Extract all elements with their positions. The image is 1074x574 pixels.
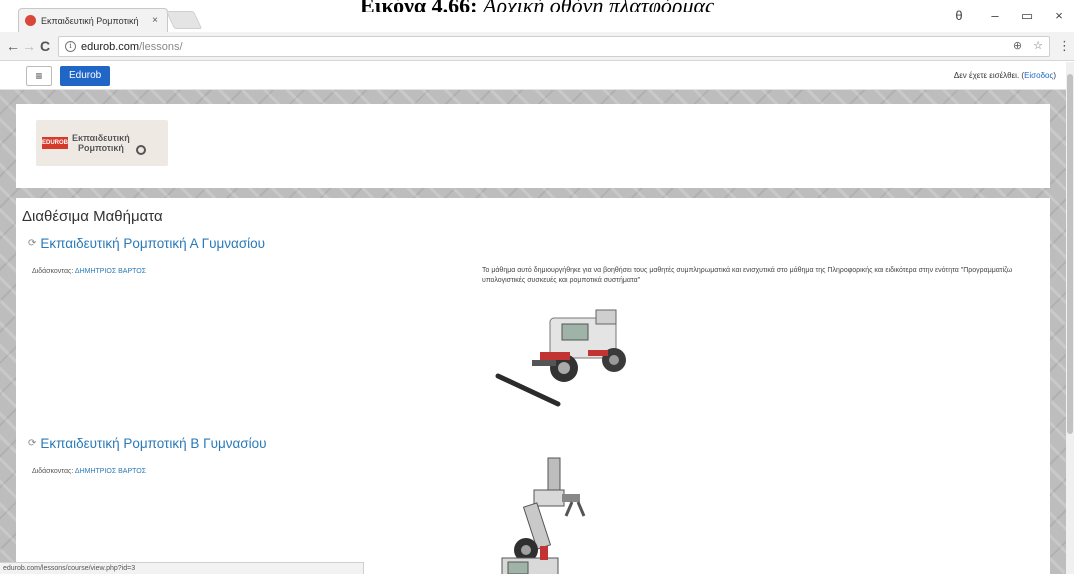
info-icon[interactable]: i [65, 41, 76, 52]
url-path: /lessons/ [139, 40, 183, 53]
tab-close-icon[interactable]: × [149, 15, 161, 26]
site-logo[interactable]: EDUROB Εκπαιδευτική Ρομποτική [36, 120, 168, 166]
browser-tabstrip: Εκπαιδευτική Ρομποτική × θ – ▭ × [0, 0, 1074, 32]
profile-icon[interactable]: θ [948, 8, 970, 23]
robot-arm-image [501, 457, 586, 574]
course-link-a[interactable]: ⟳ Εκπαιδευτική Ρομποτική Α Γυμνασίου [28, 236, 265, 251]
minimize-button[interactable]: – [984, 8, 1006, 23]
robot-vehicle-image [495, 309, 626, 407]
course-title: Εκπαιδευτική Ρομποτική Β Γυμνασίου [40, 436, 267, 451]
browser-tab[interactable]: Εκπαιδευτική Ρομποτική × [18, 8, 168, 32]
gear-icon [135, 145, 146, 155]
reload-button[interactable]: C [36, 37, 54, 55]
page-title: Διαθέσιμα Μαθήματα [22, 208, 163, 225]
tab-title: Εκπαιδευτική Ρομποτική [41, 15, 139, 26]
page-background: EDUROB Εκπαιδευτική Ρομποτική Διαθέσιμα … [0, 90, 1066, 574]
site-brand-button[interactable]: Edurob [60, 66, 111, 86]
course-teacher: Διδάσκοντας: ΔΗΜΗΤΡΙΟΣ ΒΑΡΤΟΣ [32, 268, 147, 275]
login-link[interactable]: Είσοδος [1024, 71, 1053, 80]
course-teacher: Διδάσκοντας: ΔΗΜΗΤΡΙΟΣ ΒΑΡΤΟΣ [32, 468, 147, 475]
bookmark-star-icon[interactable]: ☆ [1033, 40, 1043, 52]
site-header-band: EDUROB Εκπαιδευτική Ρομποτική [16, 104, 1050, 188]
status-url: edurob.com/lessons/course/view.php?id=3 [0, 562, 364, 574]
address-bar[interactable]: i edurob.com /lessons/ ⊕ ☆ [58, 36, 1050, 57]
site-navbar: ≡ Edurob Δεν έχετε εισέλθει. (Είσοδος) [0, 62, 1066, 90]
login-status-text: Δεν έχετε εισέλθει. [953, 71, 1020, 80]
course-link-b[interactable]: ⟳ Εκπαιδευτική Ρομποτική Β Γυμνασίου [28, 436, 267, 451]
login-status: Δεν έχετε εισέλθει. (Είσοδος) [953, 71, 1056, 80]
course-summary: Το μάθημα αυτό δημιουργήθηκε για να βοηθ… [482, 267, 1013, 284]
zoom-icon[interactable]: ⊕ [1013, 40, 1022, 52]
close-window-button[interactable]: × [1048, 8, 1070, 23]
scrollbar-thumb[interactable] [1067, 74, 1073, 434]
teacher-link[interactable]: ΔΗΜΗΤΡΙΟΣ ΒΑΡΤΟΣ [75, 468, 146, 475]
page-scrollbar[interactable] [1066, 62, 1074, 574]
course-title: Εκπαιδευτική Ρομποτική Α Γυμνασίου [40, 236, 266, 251]
teacher-link[interactable]: ΔΗΜΗΤΡΙΟΣ ΒΑΡΤΟΣ [75, 268, 146, 275]
logo-badge: EDUROB [42, 137, 68, 149]
restore-button[interactable]: ▭ [1016, 8, 1038, 24]
url-host: edurob.com [81, 40, 140, 53]
browser-menu-icon[interactable]: ⋮ [1058, 38, 1071, 54]
logo-text: Εκπαιδευτική Ρομποτική [72, 133, 130, 153]
hamburger-menu-icon[interactable]: ≡ [26, 66, 52, 86]
new-tab-button[interactable] [165, 11, 203, 29]
course-icon: ⟳ [28, 238, 37, 249]
course-icon: ⟳ [28, 438, 37, 449]
favicon-icon [25, 15, 36, 26]
browser-toolbar: ← → C i edurob.com /lessons/ ⊕ ☆ ⋮ [0, 32, 1074, 61]
course-list: Διαθέσιμα Μαθήματα ⟳ Εκπαιδευτική Ρομποτ… [16, 198, 1050, 574]
